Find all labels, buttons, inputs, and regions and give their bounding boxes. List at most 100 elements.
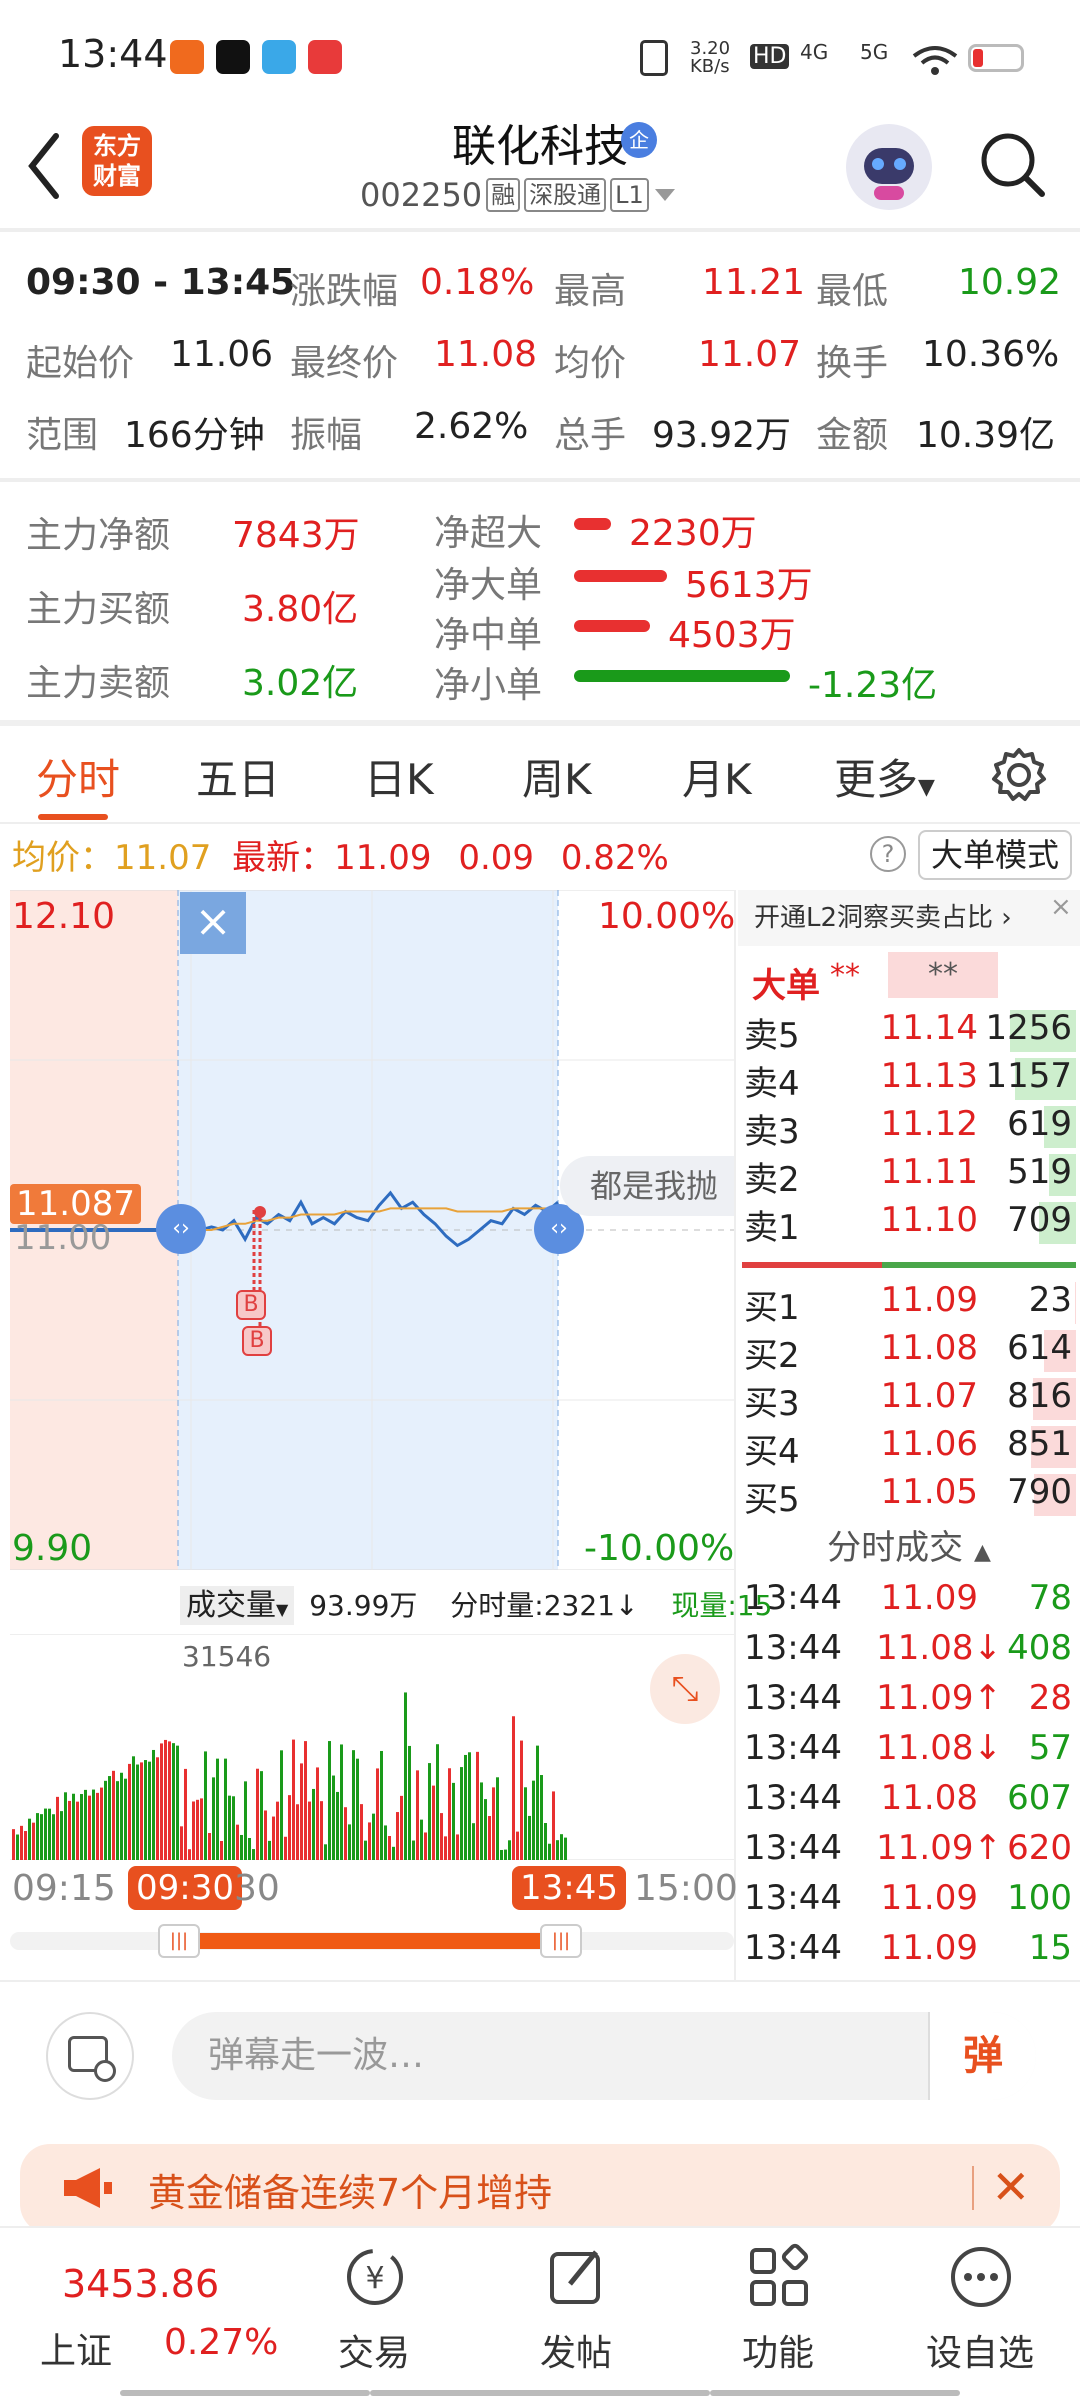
news-banner[interactable]: 黄金储备连续7个月增持 ✕: [20, 2144, 1060, 2234]
flow-bar-label: 净小单: [434, 665, 543, 706]
volume-bar: [268, 1840, 271, 1860]
volume-chart[interactable]: [10, 1634, 734, 1860]
volume-bar: [64, 1792, 67, 1860]
order-volume: 619: [1007, 1104, 1072, 1144]
close-icon[interactable]: ✕: [991, 2160, 1030, 2214]
ask-row[interactable]: 卖1 11.10 709: [738, 1200, 1078, 1248]
danmaku-send-button[interactable]: 弹: [928, 2012, 1036, 2100]
nav-post[interactable]: 发帖: [516, 2324, 636, 2376]
buy-marker[interactable]: B: [236, 1290, 266, 1320]
expand-icon[interactable]: ⤡: [650, 1654, 720, 1724]
volume-bar: [100, 1787, 103, 1860]
volume-bar: [476, 1751, 479, 1860]
volume-bar: [520, 1740, 523, 1860]
volume-bar: [340, 1744, 343, 1860]
order-label: 卖1: [744, 1208, 800, 1248]
tab-day-k[interactable]: 日K: [364, 746, 434, 807]
trade-time: 13:44: [744, 1728, 842, 1768]
more-circle-icon[interactable]: [946, 2242, 1016, 2312]
volume-bar: [124, 1778, 127, 1860]
search-icon[interactable]: [978, 130, 1048, 200]
ask-row[interactable]: 卖5 11.14 1256: [738, 1008, 1078, 1056]
order-label: 卖3: [744, 1112, 800, 1152]
volume-bar: [360, 1804, 363, 1860]
current-volume: 现量:15: [671, 1589, 773, 1622]
volume-bar: [192, 1801, 195, 1860]
order-price: 11.05: [880, 1472, 978, 1512]
ask-row[interactable]: 卖3 11.12 619: [738, 1104, 1078, 1152]
bid-row[interactable]: 买5 11.05 790: [738, 1472, 1078, 1520]
grid-icon[interactable]: [744, 2242, 814, 2312]
volume-bar: [316, 1767, 319, 1860]
index-value[interactable]: 3453.86: [62, 2262, 219, 2306]
scrubber-end-handle[interactable]: |||: [540, 1924, 582, 1958]
intraday-chart[interactable]: [10, 890, 734, 1570]
ask-row[interactable]: 卖2 11.11 519: [738, 1152, 1078, 1200]
volume-bar: [452, 1782, 455, 1860]
bid-divider: [882, 1262, 1076, 1268]
ask-row[interactable]: 卖4 11.13 1157: [738, 1056, 1078, 1104]
gear-icon[interactable]: [990, 746, 1048, 804]
volume-bar: [236, 1824, 239, 1860]
selection-start-handle[interactable]: ‹›: [156, 1204, 206, 1254]
nav-add-watchlist[interactable]: 设自选: [920, 2324, 1040, 2376]
bid-row[interactable]: 买1 11.09 23: [738, 1280, 1078, 1328]
stock-code-line: 002250 融 深股通 L1: [360, 176, 677, 214]
volume-bar: [212, 1777, 215, 1860]
volume-bar: [172, 1743, 175, 1860]
order-volume: 816: [1007, 1376, 1072, 1416]
volume-bar: [40, 1814, 43, 1860]
index-change[interactable]: 0.27%: [164, 2322, 278, 2363]
close-selection-button[interactable]: ×: [180, 892, 246, 954]
volume-bar: [468, 1752, 471, 1860]
volume-bar: [132, 1756, 135, 1860]
volume-bar: [416, 1770, 419, 1860]
flow-bar-label: 净中单: [434, 615, 543, 656]
volume-bar: [408, 1745, 411, 1860]
compose-icon[interactable]: [542, 2242, 612, 2312]
bid-row[interactable]: 买3 11.07 816: [738, 1376, 1078, 1424]
volume-bar: [164, 1739, 167, 1860]
tab-week-k[interactable]: 周K: [522, 746, 592, 807]
assistant-robot-avatar[interactable]: [846, 124, 932, 210]
main-net-label: 主力净额: [26, 515, 171, 556]
help-icon[interactable]: ?: [870, 836, 906, 872]
index-name[interactable]: 上证: [40, 2322, 112, 2374]
stat-label: 金额: [816, 415, 889, 456]
volume-bar: [540, 1775, 543, 1860]
trade-volume: 408: [1007, 1628, 1072, 1668]
volume-bar: [516, 1831, 519, 1860]
order-price: 11.12: [880, 1104, 978, 1144]
tab-five-day[interactable]: 五日: [196, 746, 280, 807]
flow-bar-value: 5613万: [685, 565, 813, 606]
trade-time: 13:44: [744, 1778, 842, 1818]
volume-bar: [560, 1834, 563, 1860]
trades-header-label: 分时成交: [827, 1528, 964, 1568]
volume-bar: [348, 1824, 351, 1860]
dropdown-caret-icon[interactable]: [653, 185, 677, 205]
danmaku-settings-icon[interactable]: [46, 2012, 134, 2100]
trade-time: 13:44: [744, 1628, 842, 1668]
time-pill-start: 09:30: [128, 1866, 242, 1910]
nav-trade[interactable]: 交易: [314, 2324, 434, 2376]
order-label: 买3: [744, 1384, 800, 1424]
trade-icon[interactable]: ¥: [340, 2242, 410, 2312]
nav-functions[interactable]: 功能: [718, 2324, 838, 2376]
buy-marker[interactable]: B: [242, 1326, 272, 1356]
close-banner-icon[interactable]: ×: [1050, 894, 1076, 920]
trades-header[interactable]: 分时成交 ▲: [738, 1522, 1080, 1574]
l2-banner[interactable]: 开通L2洞察买卖占比 ›: [738, 890, 1080, 946]
tab-intraday[interactable]: 分时: [36, 746, 120, 807]
volume-bar: [232, 1796, 235, 1860]
trade-price: 11.08↓: [876, 1728, 1002, 1768]
tab-month-k[interactable]: 月K: [682, 746, 752, 807]
big-order-mode-button[interactable]: 大单模式: [918, 830, 1072, 880]
volume-selector[interactable]: 成交量▼: [180, 1586, 295, 1625]
volume-bar: [436, 1744, 439, 1860]
tab-more[interactable]: 更多▼: [834, 746, 935, 807]
danmaku-input[interactable]: 弹幕走一波…: [172, 2012, 1036, 2100]
bid-row[interactable]: 买4 11.06 851: [738, 1424, 1078, 1472]
volume-bar: [420, 1819, 423, 1860]
bid-row[interactable]: 买2 11.08 614: [738, 1328, 1078, 1376]
scrubber-start-handle[interactable]: |||: [158, 1924, 200, 1958]
